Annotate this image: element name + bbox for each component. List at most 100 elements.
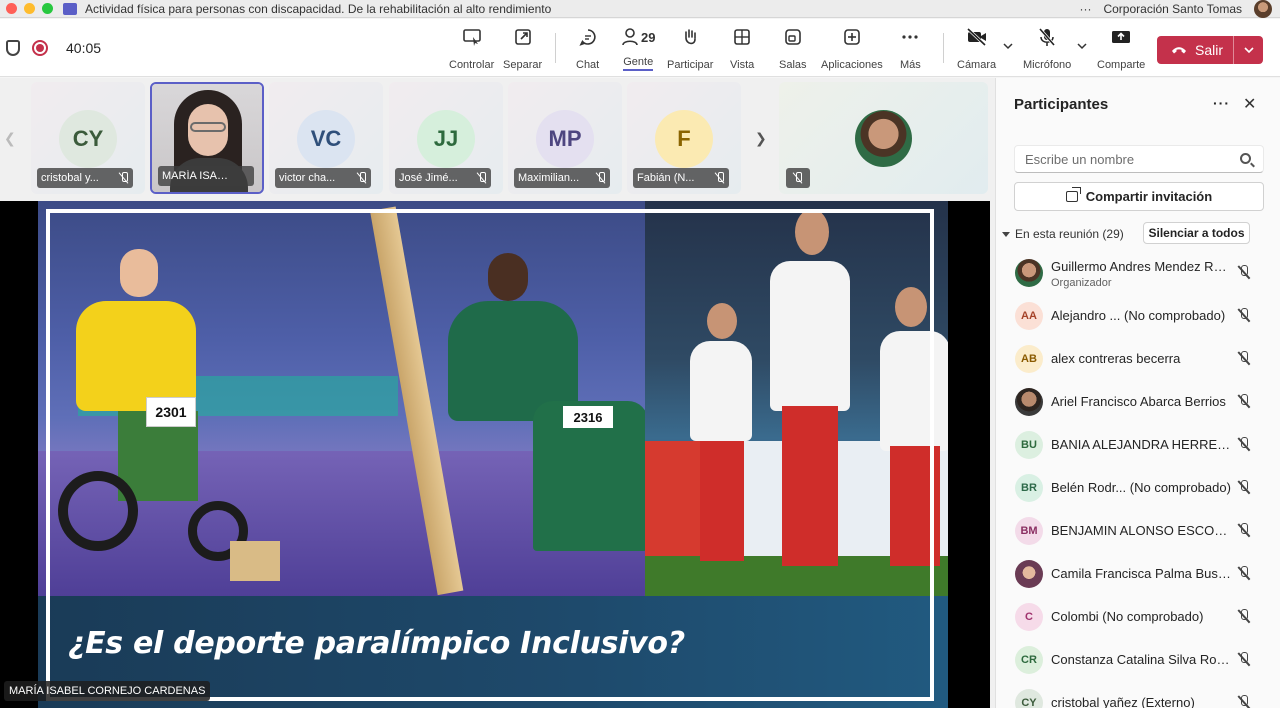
self-video-tile[interactable] xyxy=(779,82,988,194)
avatar xyxy=(1015,259,1043,287)
window-title-bar: Actividad física para personas con disca… xyxy=(0,0,1280,18)
raise-hand-icon xyxy=(680,25,700,49)
rooms-button[interactable]: Salas xyxy=(779,25,807,71)
shared-content: 2301 2316 ¿Es el deporte paralímpico Inc… xyxy=(0,201,990,708)
avatar xyxy=(855,110,912,167)
meeting-toolbar: 40:05 Controlar Separar Chat 29 Gente Pa… xyxy=(0,19,1280,77)
close-icon[interactable]: ✕ xyxy=(1243,94,1256,114)
participant-tile[interactable]: CY cristobal y... xyxy=(31,82,145,194)
camera-button[interactable]: Cámara xyxy=(957,25,996,71)
participants-panel: Participantes ··· ✕ Compartir invitación… xyxy=(995,78,1280,708)
list-item[interactable]: BR Belén Rodr... (No comprobado) xyxy=(996,466,1280,509)
window-controls xyxy=(6,3,53,14)
participant-tile-name: victor cha... xyxy=(279,172,336,184)
in-meeting-section-toggle[interactable]: En esta reunión (29) xyxy=(1002,227,1124,241)
mic-off-icon xyxy=(1237,695,1251,708)
participant-name: alex contreras becerra xyxy=(1051,351,1181,366)
leave-meeting-button[interactable]: Salir xyxy=(1157,36,1263,64)
list-item[interactable]: Guillermo Andres Mendez Re... Organizado… xyxy=(996,251,1280,294)
camera-options-chevron-icon[interactable] xyxy=(1003,41,1013,51)
list-item[interactable]: C Colombi (No comprobado) xyxy=(996,595,1280,638)
user-avatar[interactable] xyxy=(1254,0,1272,18)
meeting-stage: ❮ CY cristobal y... MARÍA ISABEL... VC v… xyxy=(0,78,995,708)
panel-title: Participantes xyxy=(1014,96,1109,113)
view-icon xyxy=(732,25,752,49)
presenter-name-label: MARÍA ISABEL CORNEJO CARDENAS xyxy=(4,681,211,701)
share-screen-button[interactable]: Comparte xyxy=(1097,25,1145,71)
participant-tile[interactable]: MP Maximilian... xyxy=(508,82,622,194)
search-input[interactable] xyxy=(1025,146,1235,172)
list-item[interactable]: AB alex contreras becerra xyxy=(996,337,1280,380)
list-item[interactable]: Camila Francisca Palma Bust... xyxy=(996,552,1280,595)
participant-name: Camila Francisca Palma Bust... xyxy=(1051,566,1231,581)
list-item[interactable]: BU BANIA ALEJANDRA HERRER... xyxy=(996,423,1280,466)
pop-out-icon xyxy=(513,25,533,49)
participant-name: Ariel Francisco Abarca Berrios xyxy=(1051,394,1226,409)
zoom-window-button[interactable] xyxy=(42,3,53,14)
athletes-podium-photo xyxy=(645,201,948,596)
participant-role: Organizador xyxy=(1051,277,1112,289)
mute-all-button[interactable]: Silenciar a todos xyxy=(1143,222,1250,244)
control-icon xyxy=(462,25,482,49)
participant-tile-name: MARÍA ISABEL... xyxy=(162,170,232,182)
recording-icon xyxy=(32,40,48,56)
avatar: MP xyxy=(536,110,594,168)
people-icon: 29 xyxy=(621,25,655,49)
participant-tile-speaking[interactable]: MARÍA ISABEL... xyxy=(150,82,264,194)
leave-options-chevron-icon[interactable] xyxy=(1234,46,1263,54)
microphone-button[interactable]: Micrófono xyxy=(1023,25,1071,71)
pop-out-button[interactable]: Separar xyxy=(503,25,542,71)
mic-off-icon xyxy=(1237,351,1251,366)
meeting-timer: 40:05 xyxy=(66,40,102,56)
boccia-photo: 2301 2316 xyxy=(38,201,648,596)
more-icon xyxy=(900,25,920,49)
participant-list: Guillermo Andres Mendez Re... Organizado… xyxy=(996,251,1280,708)
athlete-bib: 2301 xyxy=(146,397,196,427)
share-invite-button[interactable]: Compartir invitación xyxy=(1014,182,1264,211)
window-title: Actividad física para personas con disca… xyxy=(85,1,552,16)
more-button[interactable]: Más xyxy=(900,25,921,71)
close-window-button[interactable] xyxy=(6,3,17,14)
teams-logo-icon xyxy=(63,2,77,15)
mic-off-icon xyxy=(1237,437,1251,452)
avatar: BU xyxy=(1015,431,1043,459)
participant-tile[interactable]: VC victor cha... xyxy=(269,82,383,194)
people-button[interactable]: 29 Gente xyxy=(621,25,655,71)
participant-name: Guillermo Andres Mendez Re... xyxy=(1051,259,1231,274)
mic-off-icon xyxy=(1237,523,1251,538)
panel-more-icon[interactable]: ··· xyxy=(1213,95,1230,111)
chevron-down-icon xyxy=(1002,231,1010,237)
list-item[interactable]: CY cristobal yañez (Externo) xyxy=(996,681,1280,708)
view-button[interactable]: Vista xyxy=(730,25,754,71)
mic-off-icon xyxy=(1237,265,1251,280)
participant-name: BENJAMIN ALONSO ESCOB... xyxy=(1051,523,1231,538)
shield-icon[interactable] xyxy=(6,40,20,56)
phone-hangup-icon xyxy=(1172,47,1186,54)
control-button[interactable]: Controlar xyxy=(449,25,494,71)
avatar: CY xyxy=(59,110,117,168)
gallery-next-chevron-icon[interactable]: ❯ xyxy=(755,130,767,147)
microphone-options-chevron-icon[interactable] xyxy=(1077,41,1087,51)
apps-button[interactable]: Aplicaciones xyxy=(821,25,883,71)
gallery-prev-chevron-icon[interactable]: ❮ xyxy=(4,130,16,147)
raise-hand-button[interactable]: Participar xyxy=(667,25,713,71)
participant-tile[interactable]: F Fabián (N... xyxy=(627,82,741,194)
chat-button[interactable]: Chat xyxy=(576,25,599,71)
list-item[interactable]: BM BENJAMIN ALONSO ESCOB... xyxy=(996,509,1280,552)
participant-tile-name: Maximilian... xyxy=(518,172,580,184)
share-screen-icon xyxy=(1110,25,1132,49)
slide-caption: ¿Es el deporte paralímpico Inclusivo? xyxy=(68,626,685,661)
more-options-icon[interactable]: ··· xyxy=(1079,2,1091,16)
apps-icon xyxy=(842,25,862,49)
participant-tile[interactable]: JJ José Jimé... xyxy=(389,82,503,194)
mic-off-icon xyxy=(596,172,606,184)
presentation-slide: 2301 2316 ¿Es el deporte paralímpico Inc… xyxy=(38,201,948,708)
search-participants xyxy=(1014,145,1264,173)
list-item[interactable]: CR Constanza Catalina Silva Rojas xyxy=(996,638,1280,681)
list-item[interactable]: AA Alejandro ... (No comprobado) xyxy=(996,294,1280,337)
participant-name: cristobal yañez (Externo) xyxy=(1051,695,1195,708)
list-item[interactable]: Ariel Francisco Abarca Berrios xyxy=(996,380,1280,423)
minimize-window-button[interactable] xyxy=(24,3,35,14)
search-icon[interactable] xyxy=(1240,153,1251,164)
participant-name: Alejandro ... (No comprobado) xyxy=(1051,308,1226,323)
